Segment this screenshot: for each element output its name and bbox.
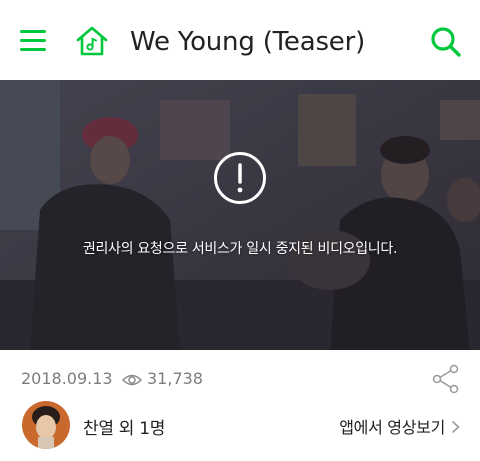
artist-avatar[interactable] (22, 401, 70, 449)
share-icon[interactable] (431, 364, 461, 394)
artist-name[interactable]: 찬열 외 1명 (83, 414, 165, 439)
music-home-icon[interactable] (74, 25, 110, 57)
video-thumbnail (0, 80, 480, 350)
upload-date: 2018.09.13 (21, 369, 113, 388)
top-bar: We Young (Teaser) (0, 0, 480, 81)
video-player[interactable]: 권리사의 요청으로 서비스가 일시 중지된 비디오입니다. (0, 80, 480, 350)
channel-row: 찬열 외 1명 앱에서 영상보기 (0, 398, 480, 454)
open-in-app-link[interactable]: 앱에서 영상보기 (339, 414, 460, 438)
open-in-app-label: 앱에서 영상보기 (339, 418, 445, 437)
chevron-right-icon (451, 419, 460, 438)
page-title: We Young (Teaser) (130, 27, 366, 57)
eye-icon (121, 372, 143, 391)
exclamation-circle-icon (213, 151, 267, 205)
video-unavailable-notice: 권리사의 요청으로 서비스가 일시 중지된 비디오입니다. (82, 241, 398, 257)
menu-icon[interactable] (18, 27, 50, 55)
search-icon[interactable] (428, 25, 464, 59)
view-count-value: 31,738 (147, 369, 203, 388)
view-count: 31,738 (121, 369, 203, 391)
